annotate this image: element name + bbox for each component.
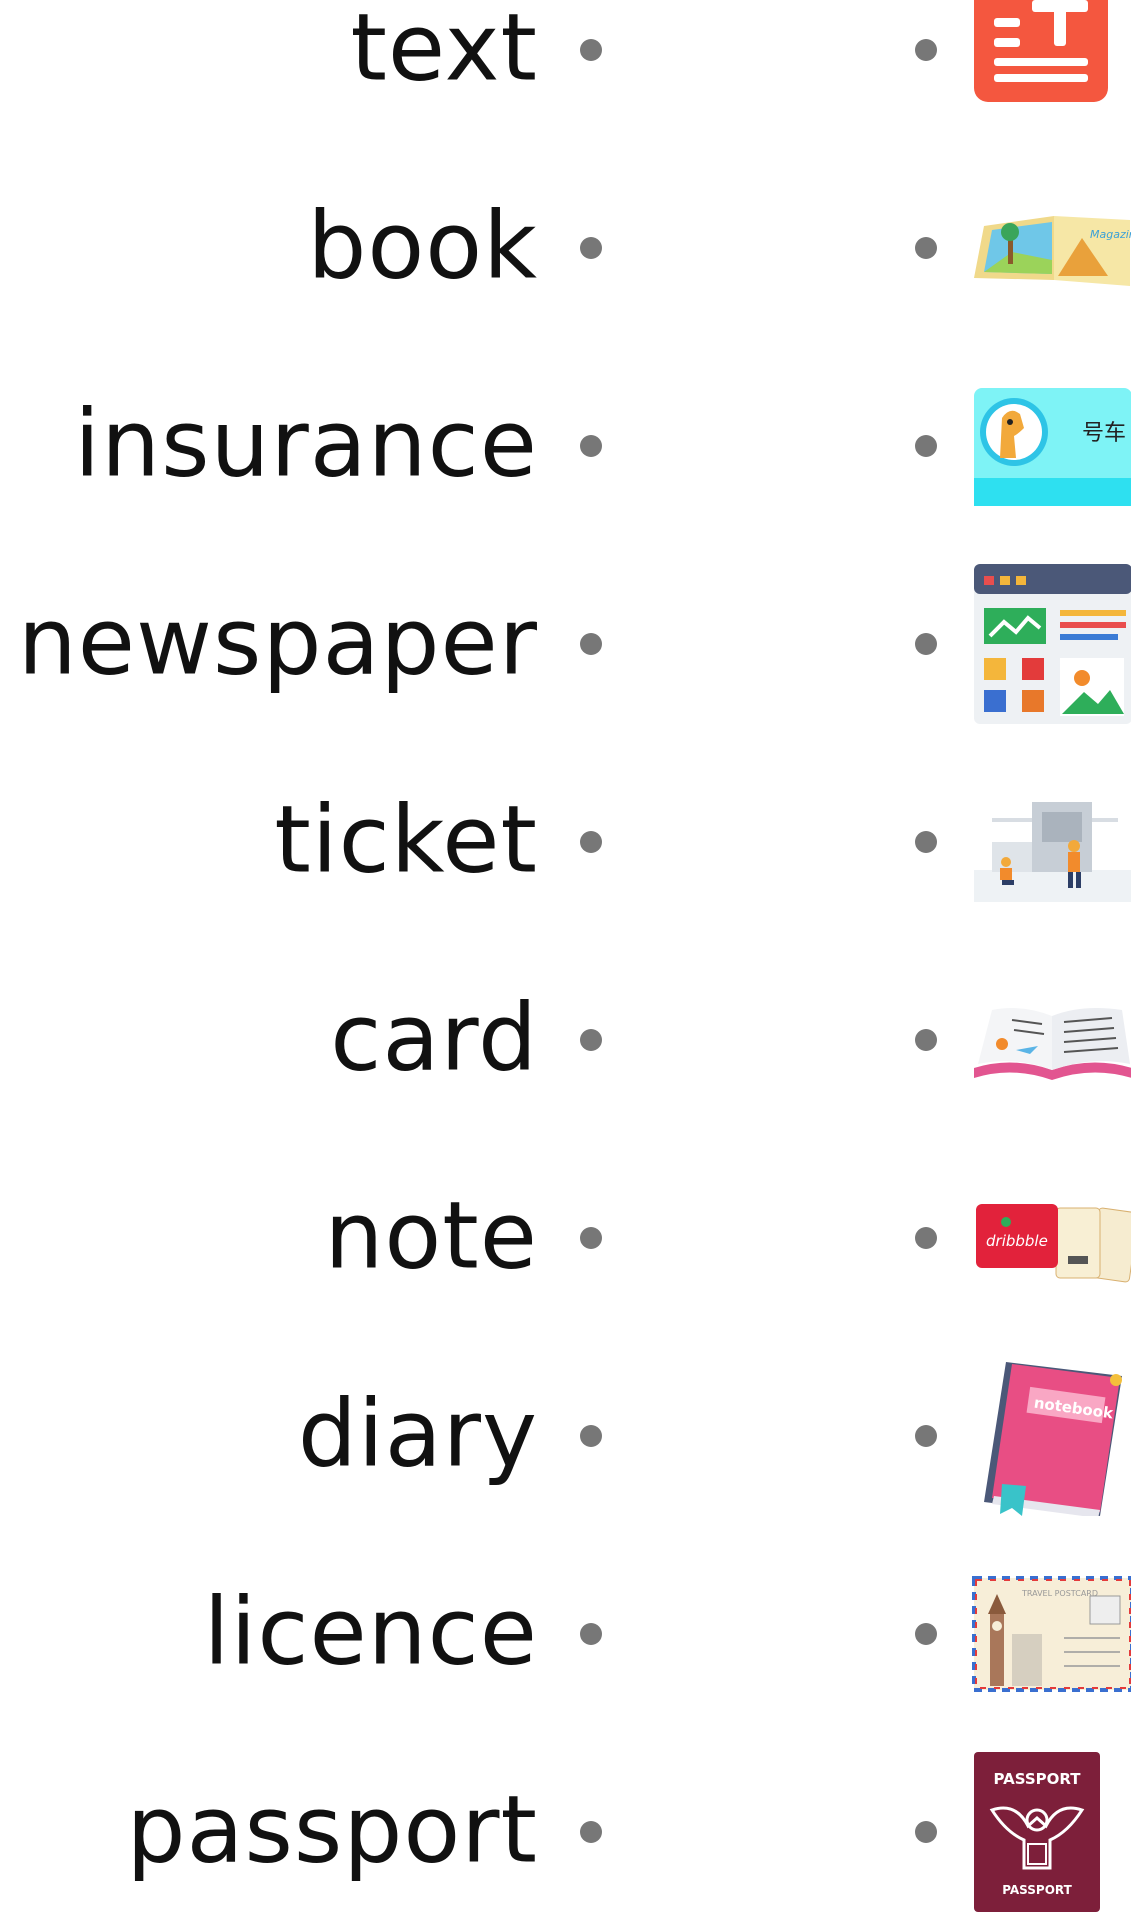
tickets-icon: dribbble — [972, 1158, 1131, 1318]
newspaper-layout-icon — [972, 564, 1131, 724]
match-row: ticket — [0, 752, 1131, 932]
right-connector-dot[interactable] — [915, 1227, 937, 1249]
right-connector-dot[interactable] — [915, 1623, 937, 1645]
left-connector-dot[interactable] — [580, 1227, 602, 1249]
match-row: newspaper — [0, 554, 1131, 734]
word-label: ticket — [274, 785, 538, 894]
construction-workers-icon — [972, 762, 1131, 922]
match-row: diary notebook — [0, 1346, 1131, 1526]
left-connector-dot[interactable] — [580, 831, 602, 853]
svg-text:TRAVEL POSTCARD: TRAVEL POSTCARD — [1021, 1589, 1098, 1598]
word-label: book — [307, 191, 538, 300]
match-row: passport PASSPORT PASSPORT — [0, 1742, 1131, 1922]
match-row: licence TRAVEL POSTCARD — [0, 1544, 1131, 1724]
word-label: diary — [297, 1379, 538, 1488]
left-connector-dot[interactable] — [580, 435, 602, 457]
svg-text:PASSPORT: PASSPORT — [1002, 1883, 1072, 1897]
left-connector-dot[interactable] — [580, 1425, 602, 1447]
right-connector-dot[interactable] — [915, 1425, 937, 1447]
text-icon — [972, 0, 1131, 130]
svg-text:Magazine: Magazine — [1090, 228, 1131, 241]
match-row: card — [0, 950, 1131, 1130]
left-connector-dot[interactable] — [580, 1623, 602, 1645]
left-connector-dot[interactable] — [580, 39, 602, 61]
svg-text:dribbble: dribbble — [986, 1232, 1048, 1250]
svg-text:PASSPORT: PASSPORT — [993, 1770, 1081, 1788]
left-connector-dot[interactable] — [580, 1821, 602, 1843]
right-connector-dot[interactable] — [915, 237, 937, 259]
word-label: note — [324, 1181, 538, 1290]
open-book-icon — [972, 960, 1131, 1120]
right-connector-dot[interactable] — [915, 435, 937, 457]
right-connector-dot[interactable] — [915, 1821, 937, 1843]
match-row: text — [0, 0, 1131, 140]
svg-text:号车: 号车 — [1082, 421, 1126, 446]
word-label: passport — [126, 1775, 538, 1884]
word-label: text — [350, 0, 538, 102]
match-row: note dribbble — [0, 1148, 1131, 1328]
right-connector-dot[interactable] — [915, 1029, 937, 1051]
insurance-card-icon: 号车 — [972, 366, 1131, 526]
passport-icon: PASSPORT PASSPORT — [972, 1752, 1131, 1912]
postcard-icon: TRAVEL POSTCARD — [972, 1554, 1131, 1714]
match-row: insurance 号车 — [0, 356, 1131, 536]
match-row: book Magazine — [0, 158, 1131, 338]
right-connector-dot[interactable] — [915, 39, 937, 61]
left-connector-dot[interactable] — [580, 633, 602, 655]
word-label: newspaper — [17, 587, 538, 696]
magazine-icon: Magazine — [972, 168, 1131, 328]
right-connector-dot[interactable] — [915, 831, 937, 853]
left-connector-dot[interactable] — [580, 1029, 602, 1051]
left-connector-dot[interactable] — [580, 237, 602, 259]
word-label: licence — [203, 1577, 538, 1686]
word-label: insurance — [74, 389, 538, 498]
notebook-icon: notebook — [972, 1356, 1131, 1516]
right-connector-dot[interactable] — [915, 633, 937, 655]
word-label: card — [330, 983, 538, 1092]
